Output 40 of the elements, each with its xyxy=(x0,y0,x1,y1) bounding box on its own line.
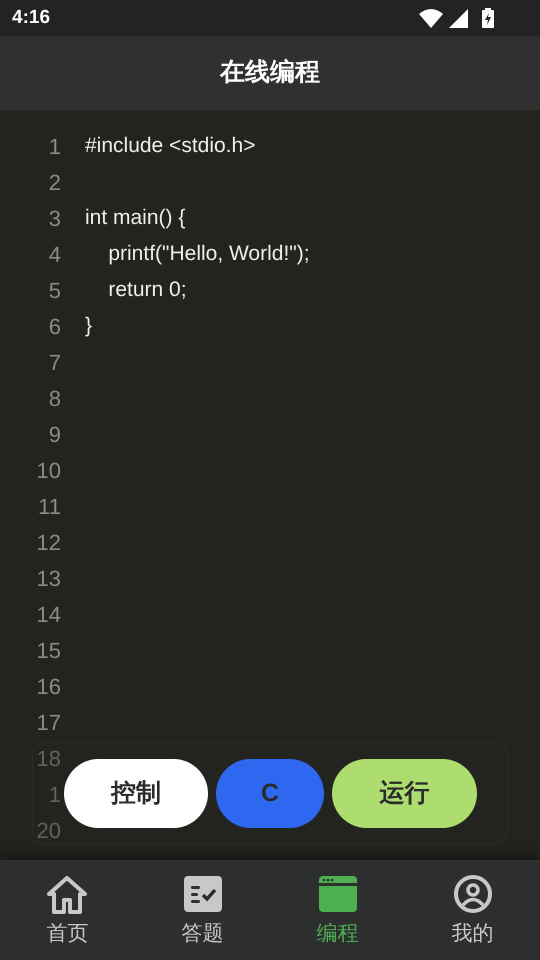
line-number: 1 xyxy=(48,132,61,160)
battery-icon xyxy=(482,8,494,28)
line-number: 15 xyxy=(36,636,61,664)
browser-window-icon xyxy=(316,874,358,914)
line-number: 12 xyxy=(36,528,61,556)
line-number: 5 xyxy=(48,276,61,304)
line-number: 9 xyxy=(48,420,61,448)
line-number: 3 xyxy=(48,204,61,232)
code-line: printf("Hello, World!"); xyxy=(107,241,310,268)
line-number: 1 xyxy=(48,780,61,808)
line-number: 6 xyxy=(48,312,61,340)
run-button[interactable]: 运行 xyxy=(332,759,477,828)
code-line: } xyxy=(85,313,92,340)
control-button[interactable]: 控制 xyxy=(64,759,208,828)
code-line: int main() { xyxy=(85,205,186,232)
status-time: 4:16 xyxy=(12,6,50,30)
nav-tab[interactable]: 我的 xyxy=(405,860,540,960)
code-line: #include <stdio.h> xyxy=(85,133,256,160)
signal-icon xyxy=(449,8,468,28)
line-number: 14 xyxy=(36,600,61,628)
wifi-icon xyxy=(419,8,443,28)
code-line: return 0; xyxy=(107,277,187,304)
line-number: 20 xyxy=(36,816,61,844)
nav-tab[interactable]: 编程 xyxy=(270,860,405,960)
home-icon xyxy=(46,874,88,914)
line-number: 4 xyxy=(48,240,61,268)
page-title: 在线编程 xyxy=(220,57,320,88)
checklist-icon xyxy=(182,874,224,914)
line-number: 17 xyxy=(36,708,61,736)
line-number: 2 xyxy=(48,168,61,196)
line-number: 18 xyxy=(36,744,61,772)
line-number: 16 xyxy=(36,672,61,700)
line-number: 10 xyxy=(36,456,61,484)
user-icon xyxy=(452,874,494,914)
line-number: 11 xyxy=(37,492,61,520)
line-number: 7 xyxy=(48,348,61,376)
line-number: 8 xyxy=(48,384,61,412)
line-number: 13 xyxy=(36,564,61,592)
nav-tab[interactable]: 首页 xyxy=(0,860,135,960)
nav-tab[interactable]: 答题 xyxy=(135,860,270,960)
